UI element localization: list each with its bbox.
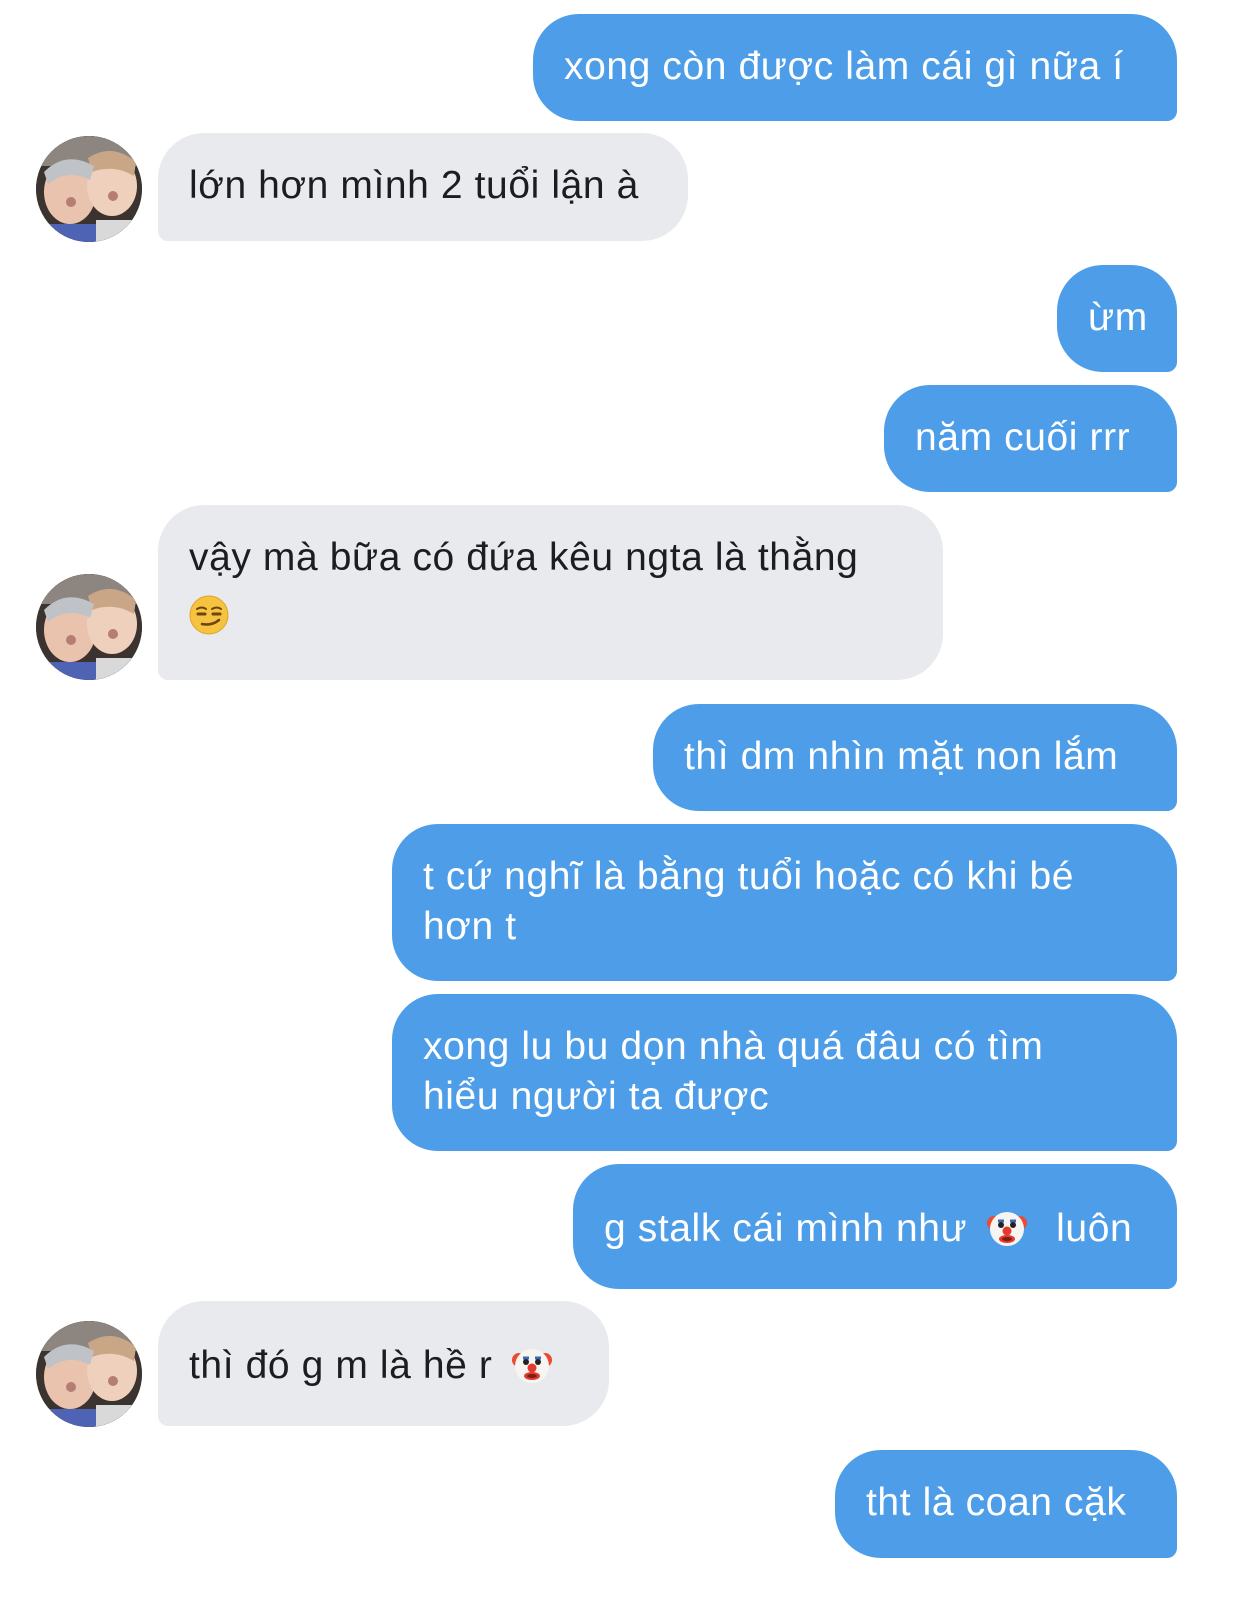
received-message-bubble[interactable]: vậy mà bữa có đứa kêu ngta là thằng: [158, 505, 943, 680]
sent-message-bubble[interactable]: g stalk cái mình như luôn: [573, 1164, 1177, 1289]
message-text: vậy mà bữa có đứa kêu ngta là thằng: [189, 536, 859, 579]
message-text-line: hơn t: [423, 905, 517, 948]
received-message-bubble[interactable]: lớn hơn mình 2 tuổi lận à: [158, 133, 688, 241]
message-text-line: hiểu người ta được: [423, 1075, 770, 1118]
message-text: luôn: [1056, 1207, 1133, 1250]
message-text-line: xong lu bu dọn nhà quá đâu có tìm: [423, 1025, 1044, 1068]
sent-message-bubble[interactable]: thì dm nhìn mặt non lắm: [653, 704, 1177, 811]
sent-message-bubble[interactable]: xong lu bu dọn nhà quá đâu có tìm hiểu n…: [392, 994, 1177, 1151]
contact-avatar[interactable]: [36, 136, 142, 242]
smirking-face-emoji: [189, 595, 229, 635]
message-text: thì đó g m là hề r: [189, 1344, 493, 1387]
message-text-line: t cứ nghĩ là bằng tuổi hoặc có khi bé: [423, 855, 1075, 898]
sent-message-bubble[interactable]: xong còn được làm cái gì nữa í: [533, 14, 1177, 121]
message-thread[interactable]: xong còn được làm cái gì nữa í lớn hơn m…: [0, 0, 1242, 1607]
message-text: tht là coan cặk: [866, 1481, 1127, 1524]
message-text: lớn hơn mình 2 tuổi lận à: [189, 164, 639, 207]
message-text: xong còn được làm cái gì nữa í: [564, 45, 1124, 88]
avatar-photo-icon: [36, 574, 142, 680]
message-text: năm cuối rrr: [915, 416, 1131, 459]
message-text: ừm: [1088, 296, 1148, 339]
received-message-bubble[interactable]: thì đó g m là hề r: [158, 1301, 609, 1426]
sent-message-bubble[interactable]: tht là coan cặk: [835, 1450, 1177, 1558]
clown-face-emoji: [511, 1345, 552, 1385]
contact-avatar[interactable]: [36, 1321, 142, 1427]
clown-face-emoji: [986, 1208, 1027, 1248]
sent-message-bubble[interactable]: ừm: [1057, 265, 1177, 372]
avatar-photo-icon: [36, 136, 142, 242]
avatar-photo-icon: [36, 1321, 142, 1427]
sent-message-bubble[interactable]: năm cuối rrr: [884, 385, 1177, 492]
message-text: thì dm nhìn mặt non lắm: [684, 735, 1119, 778]
contact-avatar[interactable]: [36, 574, 142, 680]
message-text: g stalk cái mình như: [604, 1207, 968, 1250]
sent-message-bubble[interactable]: t cứ nghĩ là bằng tuổi hoặc có khi bé hơ…: [392, 824, 1177, 981]
